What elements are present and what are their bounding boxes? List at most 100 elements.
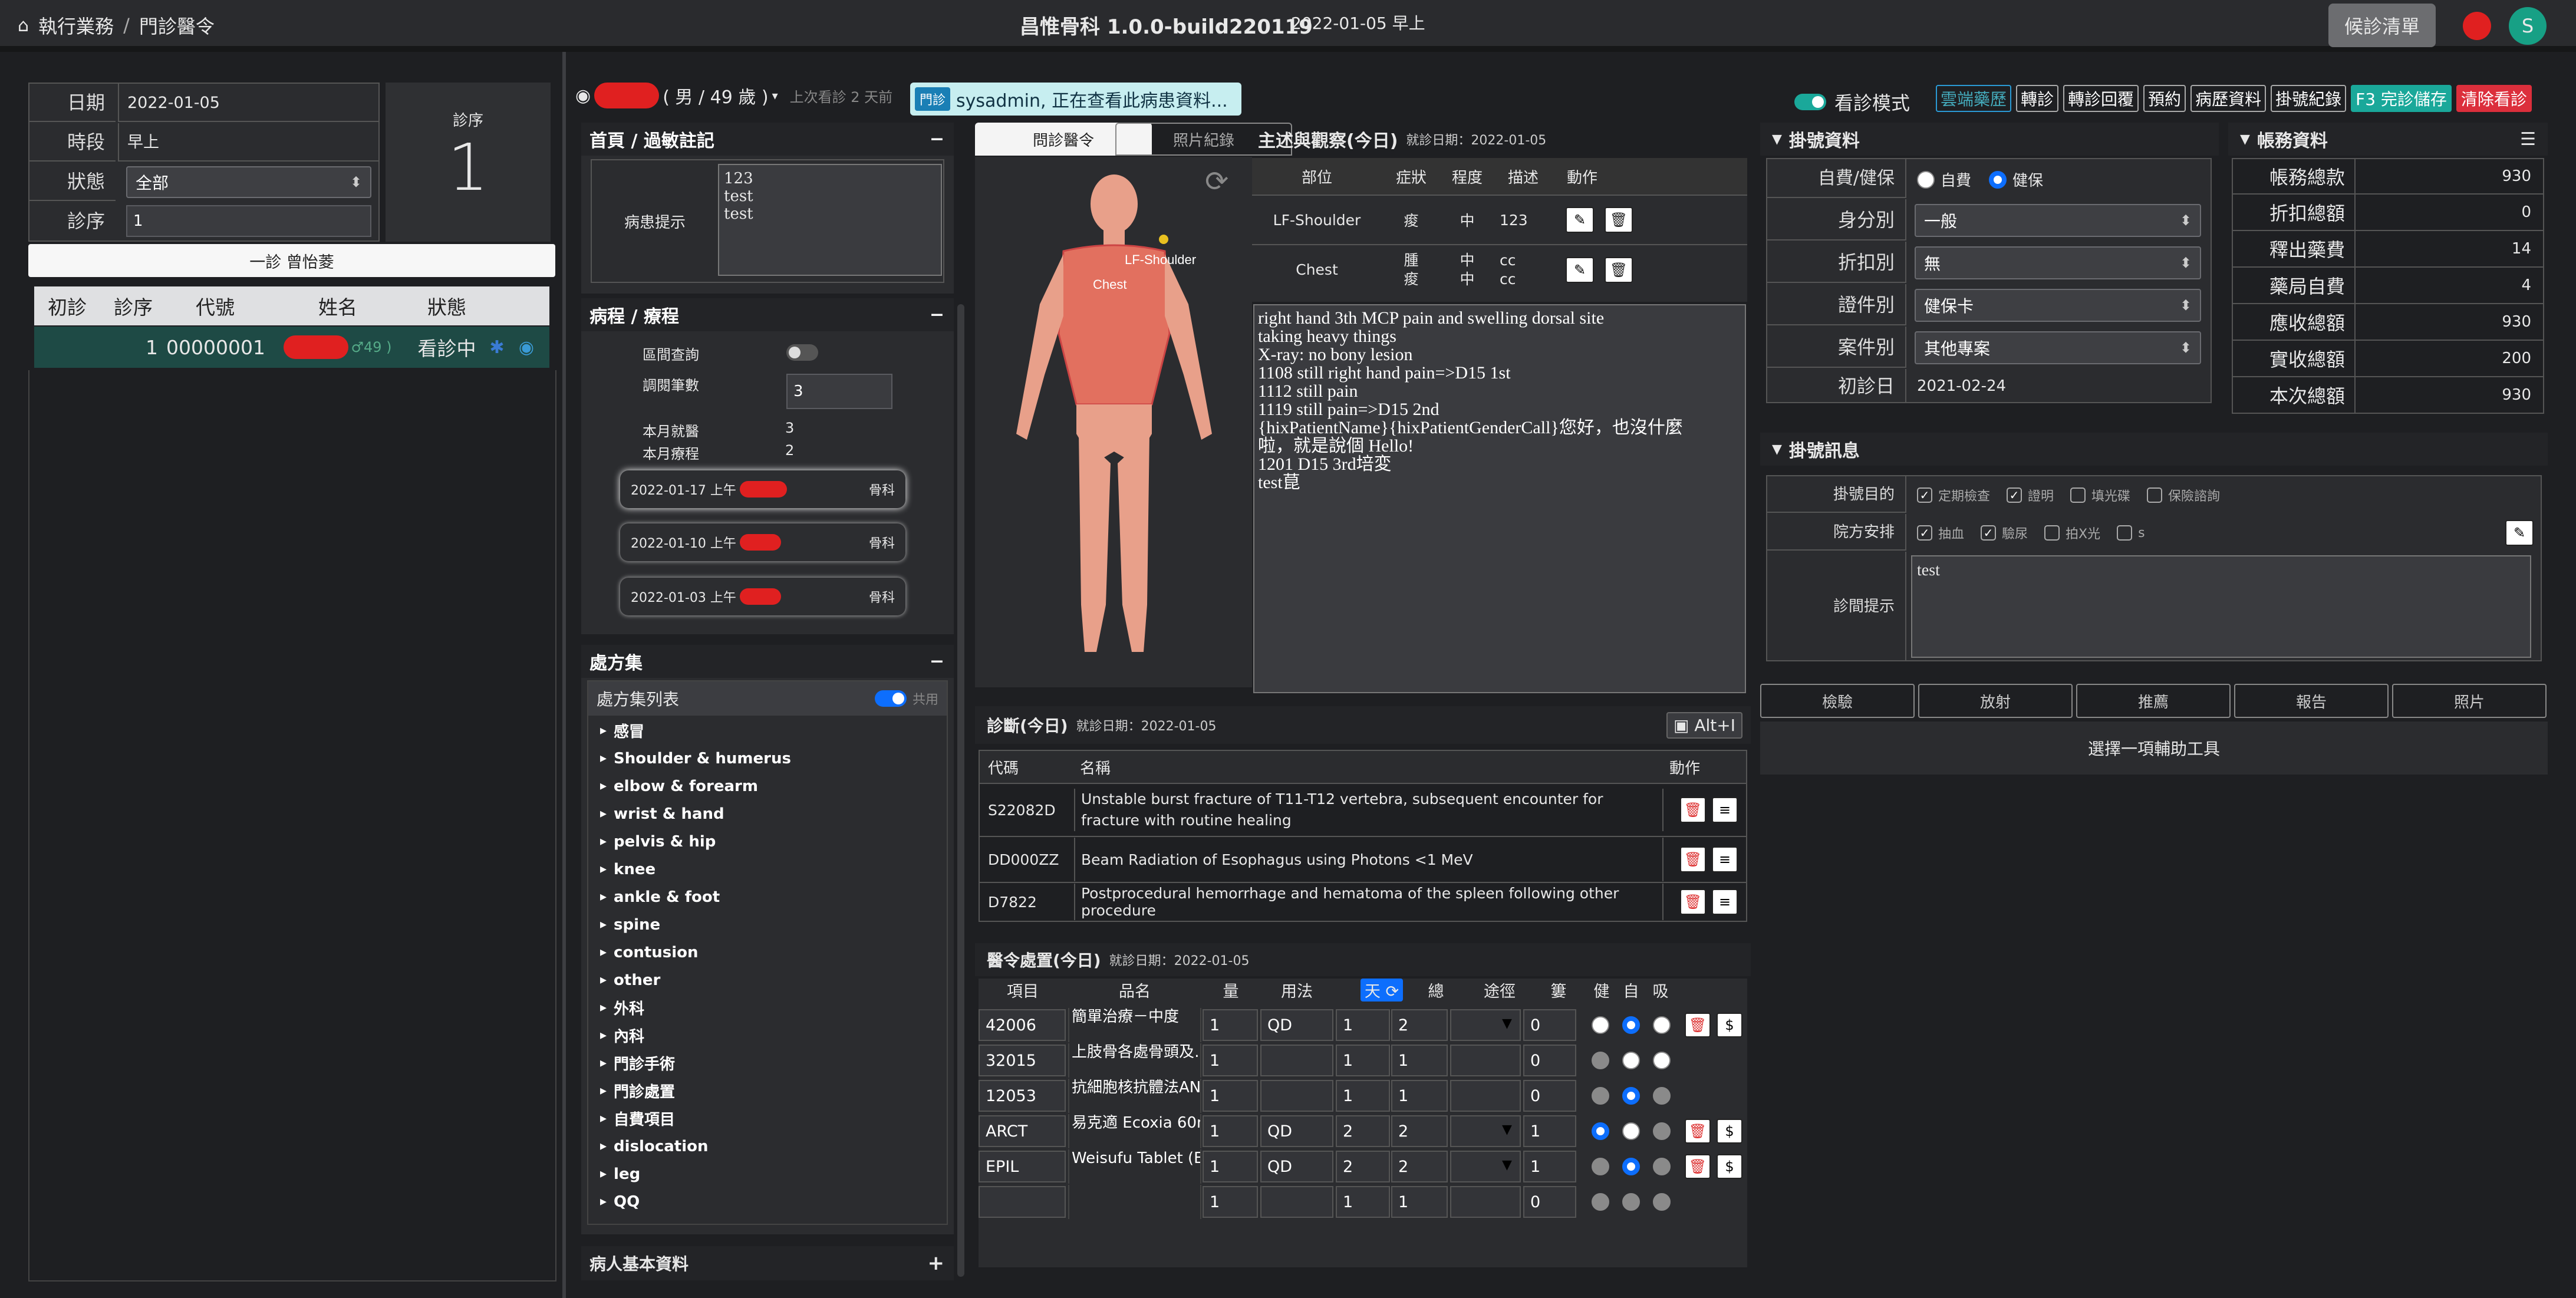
trash-icon[interactable]: 🗑 xyxy=(1605,257,1633,283)
checkbox-checked[interactable]: ✓ xyxy=(2007,487,2022,503)
body-figure[interactable]: LF-Shoulder Chest xyxy=(975,157,1252,687)
order-row[interactable]: 12053 抗細胞核抗體法ANA 1 1 1 0 xyxy=(979,1079,1747,1113)
order-qty-cell[interactable]: 1 xyxy=(1203,1080,1258,1112)
caret-icon[interactable]: ▼ xyxy=(1772,442,1782,457)
order-radio[interactable] xyxy=(1622,1122,1640,1140)
order-total-cell[interactable]: 1 xyxy=(1391,1080,1448,1112)
order-radio[interactable] xyxy=(1592,1052,1609,1069)
caret-icon[interactable]: ▼ xyxy=(2240,132,2250,147)
order-radio[interactable] xyxy=(1622,1158,1640,1175)
doctor-room-button[interactable]: 一診 曾怡菱 xyxy=(28,244,555,277)
identity-select[interactable]: 一般 xyxy=(1915,204,2201,237)
rx-set-item[interactable]: Shoulder & humerus xyxy=(588,744,947,772)
order-route-cell[interactable] xyxy=(1450,1045,1521,1076)
order-usage-cell[interactable] xyxy=(1260,1045,1333,1076)
avatar[interactable]: S xyxy=(2509,7,2547,45)
tab-lab[interactable]: 檢驗 xyxy=(1760,684,1915,718)
trash-icon[interactable]: 🗑 xyxy=(1685,1119,1711,1144)
mode-toggle[interactable] xyxy=(1794,94,1826,110)
rx-set-item[interactable]: 門診手術 xyxy=(588,1049,947,1077)
order-item-cell[interactable]: 42006 xyxy=(979,1009,1066,1041)
order-qty-cell[interactable]: 1 xyxy=(1203,1151,1258,1182)
trash-icon[interactable]: 🗑 xyxy=(1680,797,1706,823)
dropdown-icon[interactable]: ▼ xyxy=(1502,1158,1512,1172)
rx-set-item[interactable]: 內科 xyxy=(588,1022,947,1049)
order-usage-cell[interactable]: QD xyxy=(1260,1151,1333,1182)
order-total-cell[interactable]: 1 xyxy=(1391,1045,1448,1076)
interval-toggle[interactable] xyxy=(786,344,818,361)
rx-set-item[interactable]: ankle & foot xyxy=(588,883,947,911)
rx-set-item[interactable]: spine xyxy=(588,911,947,938)
col-days[interactable]: 天 ⟳ xyxy=(1361,979,1403,1001)
share-toggle[interactable] xyxy=(874,690,907,707)
trash-icon[interactable]: 🗑 xyxy=(1605,207,1633,233)
rx-set-item[interactable]: leg xyxy=(588,1160,947,1188)
rx-set-item[interactable]: QQ xyxy=(588,1188,947,1215)
table-row[interactable]: S22082D Unstable burst fracture of T11-T… xyxy=(979,784,1747,837)
table-row[interactable]: DD000ZZ Beam Radiation of Esophagus usin… xyxy=(979,837,1747,883)
edit-icon[interactable]: ✎ xyxy=(2505,520,2534,546)
visit-card[interactable]: 2022-01-03 上午 骨科 xyxy=(620,578,905,615)
order-total-cell[interactable]: 2 xyxy=(1391,1009,1448,1041)
scrollbar[interactable] xyxy=(957,304,964,1277)
checkbox[interactable] xyxy=(2044,525,2060,541)
rx-set-item[interactable]: dislocation xyxy=(588,1132,947,1160)
settings-icon[interactable]: ✱ xyxy=(482,337,512,358)
rx-set-item[interactable]: knee xyxy=(588,855,947,883)
appointment-button[interactable]: 預約 xyxy=(2143,85,2186,112)
order-radio[interactable] xyxy=(1653,1087,1671,1105)
order-radio[interactable] xyxy=(1592,1158,1609,1175)
queue-list-button[interactable]: 候診清單 xyxy=(2328,4,2436,47)
cert-select[interactable]: 健保卡 xyxy=(1915,289,2201,322)
order-radio[interactable] xyxy=(1622,1087,1640,1105)
order-usage-cell[interactable] xyxy=(1260,1080,1333,1112)
pay-self-radio[interactable] xyxy=(1917,170,1935,189)
order-days-cell[interactable]: 1 xyxy=(1336,1045,1390,1076)
checkbox[interactable] xyxy=(2147,487,2163,503)
price-icon[interactable]: $ xyxy=(1717,1119,1742,1144)
case-select[interactable]: 其他專案 xyxy=(1915,331,2201,364)
order-radio[interactable] xyxy=(1592,1122,1609,1140)
tab-report[interactable]: 報告 xyxy=(2234,684,2389,718)
order-radio[interactable] xyxy=(1622,1052,1640,1069)
slot-value[interactable]: 早上 xyxy=(118,123,380,162)
price-icon[interactable]: $ xyxy=(1717,1154,1742,1179)
table-row[interactable]: 1 00000001 ♂49 ) 看診中 ✱ ◉ xyxy=(34,327,549,368)
checkbox-checked[interactable]: ✓ xyxy=(1981,525,1997,541)
order-item-cell[interactable] xyxy=(979,1186,1066,1218)
list-icon[interactable]: ☰ xyxy=(2520,129,2536,150)
order-radio[interactable] xyxy=(1622,1016,1640,1034)
count-input[interactable]: 3 xyxy=(786,374,892,409)
collapse-icon[interactable]: − xyxy=(930,129,944,150)
clinic-hint-textarea[interactable]: test xyxy=(1911,555,2531,658)
registration-history-button[interactable]: 掛號紀錄 xyxy=(2271,85,2347,112)
order-days-cell[interactable]: 2 xyxy=(1336,1151,1390,1182)
rx-set-item[interactable]: 自費項目 xyxy=(588,1105,947,1132)
order-qty-cell[interactable]: 1 xyxy=(1203,1186,1258,1218)
caret-icon[interactable]: ▼ xyxy=(1772,132,1782,147)
view-icon[interactable]: ◉ xyxy=(512,337,541,358)
collapse-icon[interactable]: − xyxy=(930,651,944,672)
rx-set-item[interactable]: elbow & forearm xyxy=(588,772,947,800)
order-total-cell[interactable]: 2 xyxy=(1391,1151,1448,1182)
edit-icon[interactable]: ✎ xyxy=(1566,207,1594,233)
tab-radiology[interactable]: 放射 xyxy=(1918,684,2073,718)
order-pack-cell[interactable]: 0 xyxy=(1523,1080,1576,1112)
complaint-textarea[interactable]: right hand 3th MCP pain and swelling dor… xyxy=(1253,304,1746,693)
table-row[interactable]: LF-Shoulder 痠 中 123 ✎ 🗑 xyxy=(1252,196,1747,245)
order-total-cell[interactable]: 1 xyxy=(1391,1186,1448,1218)
order-row[interactable]: ARCT易克適 Ecoxia 60m…1QD22▼1🗑$ xyxy=(979,1114,1747,1148)
referral-button[interactable]: 轉診 xyxy=(2016,85,2059,112)
cloud-medication-button[interactable]: 雲端藥歷 xyxy=(1936,85,2012,112)
visit-card[interactable]: 2022-01-10 上午 骨科 xyxy=(620,523,905,561)
rx-set-item[interactable]: other xyxy=(588,966,947,994)
breadcrumb-home[interactable]: 執行業務 xyxy=(38,12,114,39)
tab-photo[interactable]: 照片 xyxy=(2392,684,2547,718)
order-qty-cell[interactable]: 1 xyxy=(1203,1115,1258,1147)
home-icon[interactable]: ⌂ xyxy=(18,15,29,36)
order-route-cell[interactable] xyxy=(1450,1080,1521,1112)
order-radio[interactable] xyxy=(1622,1193,1640,1211)
trash-icon[interactable]: 🗑 xyxy=(1680,889,1706,915)
order-item-cell[interactable]: 12053 xyxy=(979,1080,1066,1112)
rx-set-item[interactable]: 感冒 xyxy=(588,717,947,744)
